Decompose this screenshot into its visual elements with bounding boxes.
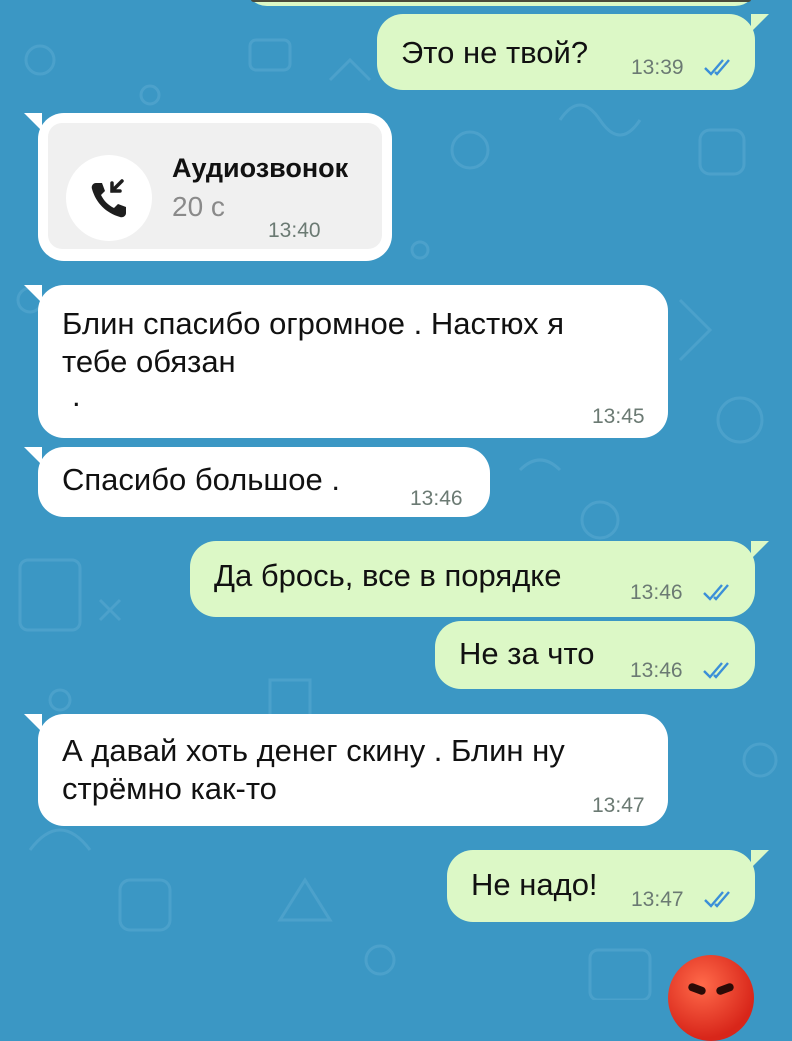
message-text: Это не твой? [401, 35, 589, 70]
angry-face-emoji-icon[interactable] [668, 955, 754, 1041]
message-bubble-incoming-call[interactable]: Аудиозвонок 20 с 13:40 [24, 113, 392, 261]
call-duration: 20 с [172, 191, 225, 222]
message-bubble-outgoing[interactable]: Не за что 13:46 [435, 621, 755, 689]
message-text-line: стрёмно как-то [62, 771, 277, 806]
message-bubble-incoming[interactable]: Блин спасибо огромное . Настюх я тебе об… [24, 285, 668, 438]
message-time: 13:47 [631, 888, 684, 911]
audio-call-card[interactable]: Аудиозвонок 20 с 13:40 [48, 123, 382, 249]
read-ticks-icon [704, 59, 730, 76]
message-text-line: тебе обязан [62, 344, 236, 379]
message-time: 13:45 [592, 405, 645, 428]
message-text-line: Блин спасибо огромное . Настюх я [62, 306, 564, 341]
message-time: 13:40 [268, 219, 321, 242]
message-time: 13:47 [592, 794, 645, 817]
message-bubble-outgoing[interactable]: Да брось, все в порядке 13:46 [190, 541, 769, 617]
message-text: Не надо! [471, 867, 598, 902]
call-icon-circle [66, 155, 152, 241]
message-text-line: . [72, 378, 81, 413]
call-title: Аудиозвонок [172, 153, 349, 183]
message-text-line: А давай хоть денег скину . Блин ну [62, 733, 565, 768]
message-time: 13:46 [630, 581, 683, 604]
message-text: Не за что [459, 636, 595, 671]
incoming-call-icon [91, 179, 126, 218]
read-ticks-icon [704, 891, 730, 908]
message-time: 13:46 [630, 659, 683, 682]
message-bubble-incoming[interactable]: А давай хоть денег скину . Блин ну стрём… [24, 714, 668, 826]
message-bubble-outgoing[interactable]: Не надо! 13:47 [447, 850, 769, 922]
message-time: 13:46 [410, 487, 463, 510]
message-bubble-outgoing[interactable]: Это не твой? 13:39 [377, 14, 769, 90]
previous-message-bubble-edge [245, 0, 757, 6]
message-text: Да брось, все в порядке [214, 558, 562, 593]
message-bubble-incoming[interactable]: Спасибо большое . 13:46 [24, 447, 490, 517]
read-ticks-icon [703, 584, 729, 601]
message-time: 13:39 [631, 56, 684, 79]
message-text: Спасибо большое . [62, 462, 340, 497]
read-ticks-icon [703, 662, 729, 679]
